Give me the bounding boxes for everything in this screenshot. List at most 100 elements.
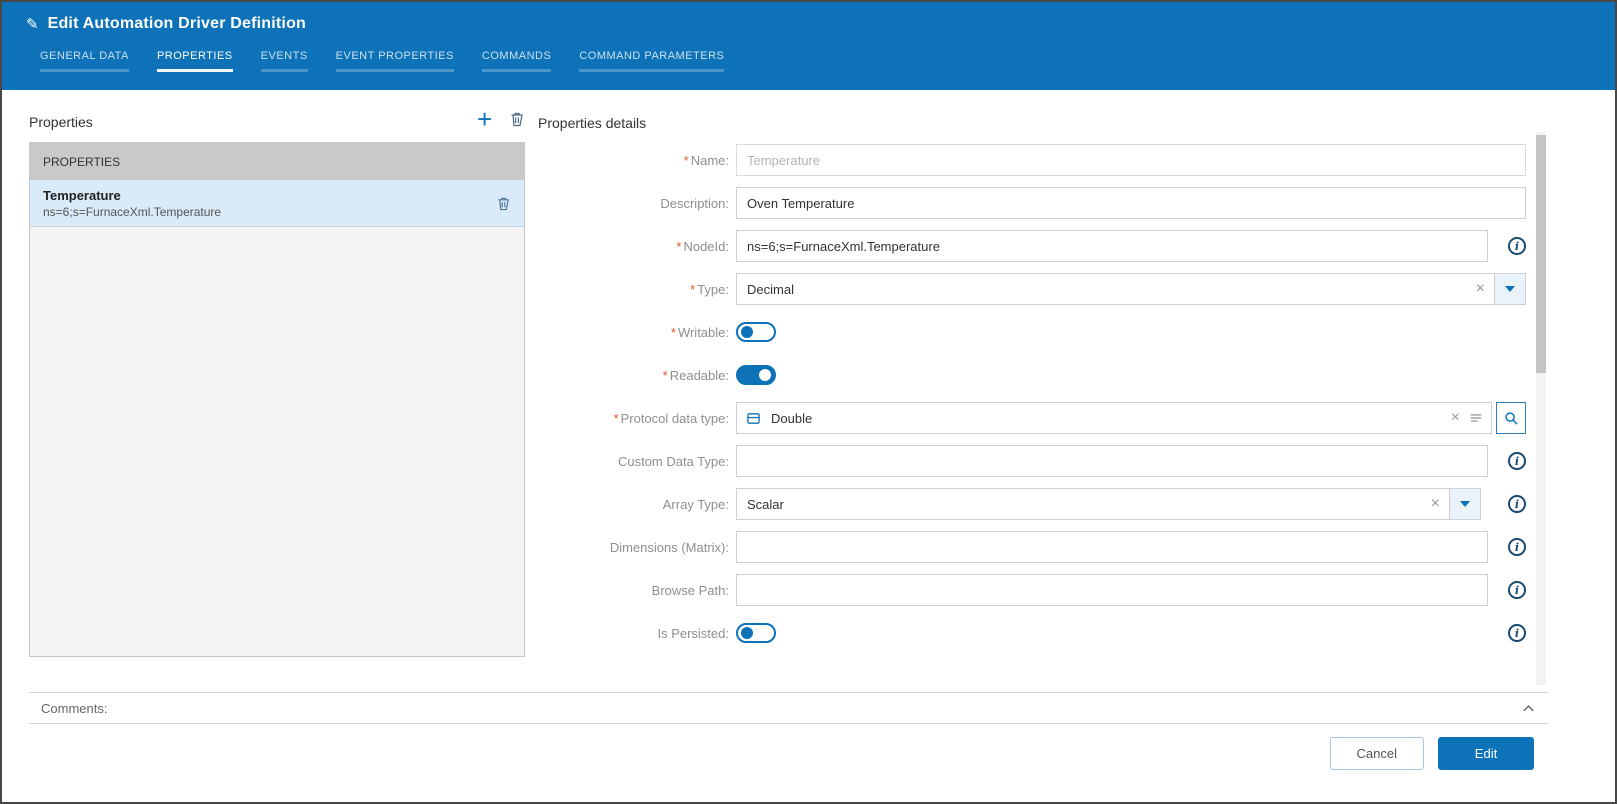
type-combobox[interactable]: Decimal × [736,273,1526,305]
trash-icon [498,197,509,210]
tab-general-data[interactable]: GENERAL DATA [40,50,129,72]
list-icon[interactable] [1469,411,1491,425]
tab-bar: GENERAL DATA PROPERTIES EVENTS EVENT PRO… [40,50,725,72]
custom-data-type-field-area: i [736,445,1526,477]
info-icon[interactable]: i [1508,624,1526,642]
form-row-nodeid: *NodeId: i [536,230,1526,262]
chevron-up-icon[interactable] [1521,701,1536,716]
required-asterisk: * [670,324,676,340]
properties-list: PROPERTIES Temperature ns=6;s=FurnaceXml… [29,142,525,657]
readable-field-area [736,365,1526,385]
toggle-knob [741,326,753,338]
protocol-data-type-picker[interactable]: Double × [736,402,1492,434]
info-icon[interactable]: i [1508,237,1526,255]
tab-event-properties[interactable]: EVENT PROPERTIES [335,50,454,72]
add-property-button[interactable]: + [477,106,492,132]
is-persisted-toggle[interactable] [736,623,776,643]
nodeid-input[interactable] [736,230,1488,262]
array-type-label: Array Type: [662,496,729,512]
info-icon[interactable]: i [1508,495,1526,513]
type-value: Decimal [747,281,794,297]
vertical-scrollbar[interactable] [1536,132,1546,685]
name-input[interactable] [736,144,1526,176]
browse-path-input[interactable] [736,574,1488,606]
clear-icon[interactable]: × [1422,495,1449,513]
edit-automation-driver-definition-window: ✎ Edit Automation Driver Definition GENE… [0,0,1617,804]
form-row-readable: * Readable: [536,359,1526,391]
browse-path-label: Browse Path: [651,582,729,598]
list-item-name: Temperature [43,187,121,203]
title-row: ✎ Edit Automation Driver Definition [26,15,306,33]
scrollbar-thumb[interactable] [1536,135,1546,373]
array-type-value: Scalar [747,496,784,512]
type-dropdown-button[interactable] [1494,274,1525,304]
form-row-description: Description: [536,187,1526,219]
writable-label: * Writable: [670,324,729,340]
writable-toggle[interactable] [736,322,776,342]
list-item-nodeid: ns=6;s=FurnaceXml.Temperature [43,204,222,219]
info-icon[interactable]: i [1508,452,1526,470]
name-label: * Name: [683,152,729,168]
readable-label: * Readable: [662,367,729,383]
description-field-area [736,187,1526,219]
info-icon[interactable]: i [1508,538,1526,556]
properties-list-header: PROPERTIES [30,143,524,180]
tab-properties[interactable]: PROPERTIES [156,50,233,72]
type-field-area: Decimal × [736,273,1526,305]
protocol-data-type-value: Double [771,410,813,426]
required-asterisk: * [662,367,668,383]
nodeid-label: * NodeId: [676,238,729,254]
clear-icon[interactable]: × [1442,409,1469,427]
required-asterisk: * [690,281,696,297]
readable-toggle[interactable] [736,365,776,385]
array-type-dropdown-button[interactable] [1449,489,1480,519]
custom-data-type-label: Custom Data Type: [617,453,729,469]
toggle-knob [759,369,771,381]
edit-icon: ✎ [26,15,39,33]
data-type-icon [746,411,761,426]
form-row-name: * Name: [536,144,1526,176]
comments-label: Comments: [41,700,108,716]
array-type-combobox[interactable]: Scalar × [736,488,1481,520]
protocol-data-type-label: * Protocol data type: [613,410,729,426]
properties-panel-title: Properties [29,114,93,130]
writable-field-area [736,322,1526,342]
trash-icon [511,112,523,127]
required-asterisk: * [613,410,619,426]
toggle-knob [741,627,753,639]
list-item-texts: Temperature ns=6;s=FurnaceXml.Temperatur… [43,188,496,219]
delete-property-button[interactable] [509,111,525,127]
required-asterisk: * [676,238,682,254]
tab-command-parameters[interactable]: COMMAND PARAMETERS [579,50,725,72]
form-row-browse-path: Browse Path: i [536,574,1526,606]
comments-section: Comments: [29,692,1548,724]
delete-item-button[interactable] [496,196,511,211]
footer-actions: Cancel Edit [1329,737,1534,770]
dimensions-matrix-field-area: i [736,531,1526,563]
browse-path-field-area: i [736,574,1526,606]
custom-data-type-input[interactable] [736,445,1488,477]
dimensions-matrix-input[interactable] [736,531,1488,563]
tab-commands[interactable]: COMMANDS [481,50,552,72]
form-row-writable: * Writable: [536,316,1526,348]
form-row-array-type: Array Type: Scalar × i [536,488,1526,520]
search-button[interactable] [1496,402,1526,434]
form-row-is-persisted: Is Persisted: i [536,617,1526,649]
header: ✎ Edit Automation Driver Definition GENE… [2,2,1615,90]
properties-details-title: Properties details [538,115,647,131]
form-row-custom-data-type: Custom Data Type: i [536,445,1526,477]
info-icon[interactable]: i [1508,581,1526,599]
chevron-down-icon [1505,286,1515,292]
protocol-data-type-field-area: Double × [736,402,1526,434]
search-icon [1504,411,1518,425]
name-field-area [736,144,1526,176]
list-item[interactable]: Temperature ns=6;s=FurnaceXml.Temperatur… [30,180,524,227]
cancel-button[interactable]: Cancel [1329,737,1424,770]
nodeid-field-area: i [736,230,1526,262]
clear-icon[interactable]: × [1467,280,1494,298]
form-row-type: * Type: Decimal × [536,273,1526,305]
edit-button[interactable]: Edit [1438,737,1534,770]
tab-events[interactable]: EVENTS [260,50,308,72]
description-input[interactable] [736,187,1526,219]
chevron-down-icon [1460,501,1470,507]
